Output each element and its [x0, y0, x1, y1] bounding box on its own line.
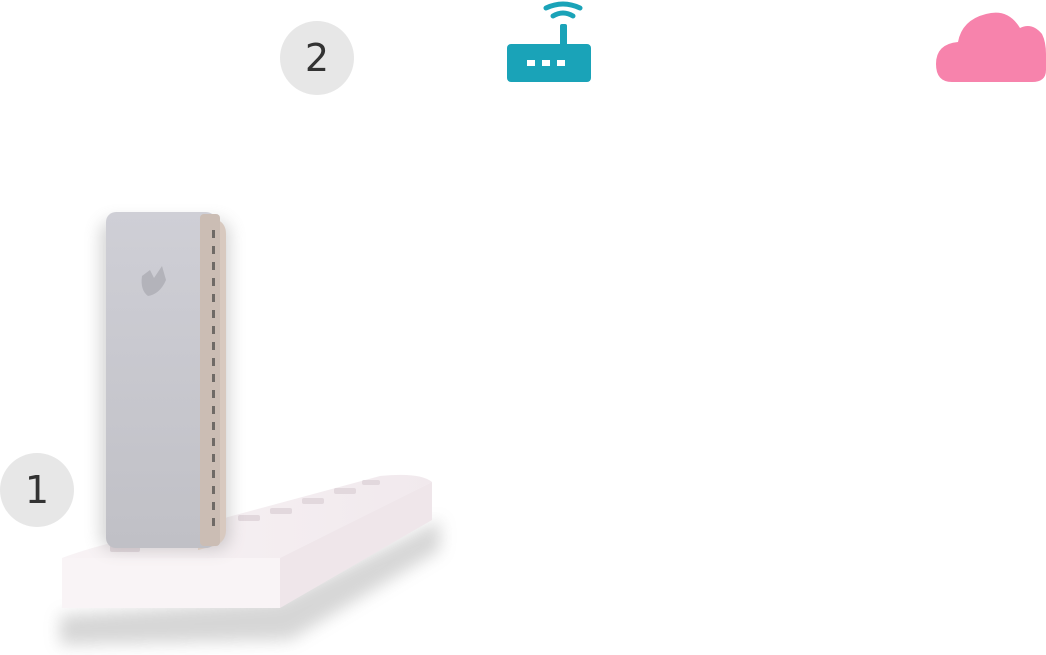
smart-plug-device	[106, 212, 226, 550]
step-1-number: 1	[24, 468, 50, 512]
step-2-number: 2	[304, 36, 330, 80]
step-2-badge: 2	[280, 21, 354, 95]
smart-plug-device-image	[60, 212, 440, 645]
cloud-icon	[936, 12, 1046, 82]
router-wifi-icon	[507, 1, 591, 82]
step-1-badge: 1	[0, 453, 74, 527]
